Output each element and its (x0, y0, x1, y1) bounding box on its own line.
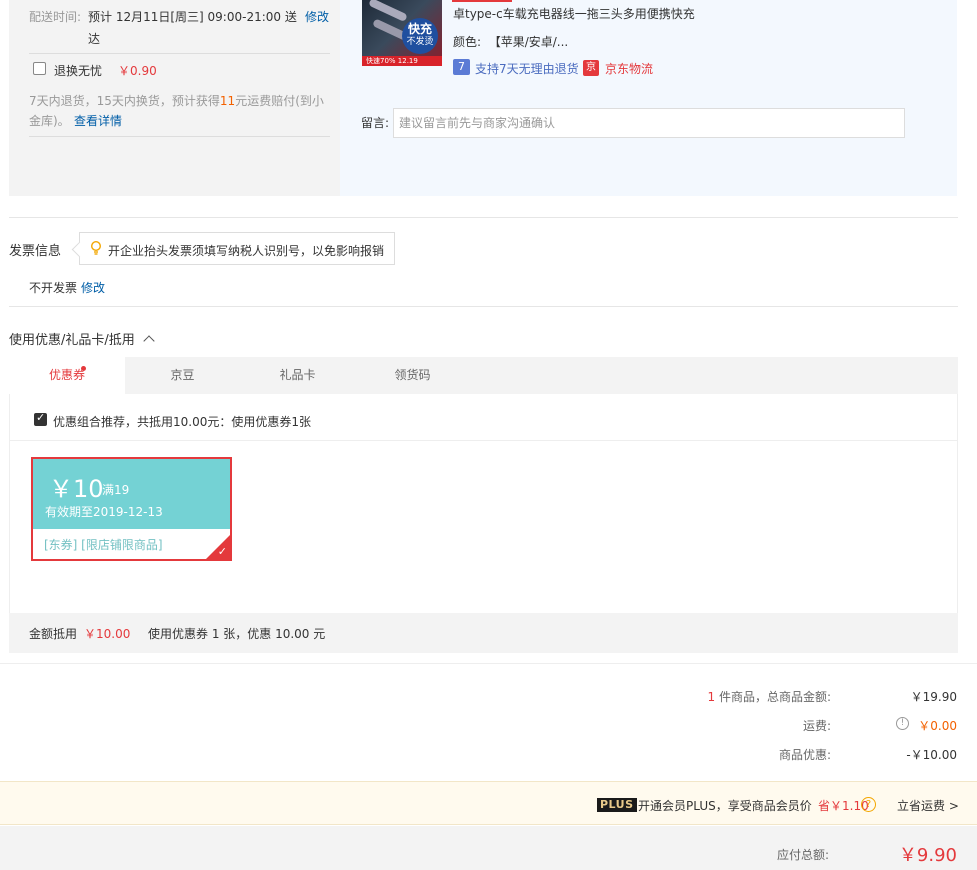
invoice-title: 发票信息 (9, 244, 62, 259)
return-service-price: ￥0.90 (118, 64, 157, 78)
invoice-modify-link[interactable]: 修改 (81, 279, 105, 296)
delivery-time-value-2: 达 (88, 32, 101, 46)
discount-value: -￥10.00 (906, 748, 957, 762)
plus-promo-bar: PLUS 开通会员PLUS，享受商品会员价 省￥1.10 ? 立省运费 > (0, 781, 977, 825)
return-service-label: 退换无忧 (54, 64, 103, 78)
shipping-label: 运费: (802, 719, 831, 733)
payable-label: 应付总额: (776, 848, 829, 862)
new-dot-icon (81, 366, 86, 371)
discount-tabs: 优惠券 京豆 礼品卡 领货码 (9, 357, 958, 394)
coupon-header: ￥10 满19 有效期至2019-12-13 (33, 459, 230, 529)
section-divider (9, 217, 958, 218)
items-total-label: 1 件商品，总商品金额: (707, 690, 832, 704)
tab-gift-card[interactable]: 礼品卡 (240, 357, 355, 394)
plus-action-link[interactable]: 立省运费 > (897, 797, 959, 814)
section-divider (9, 306, 958, 307)
invoice-value: 不开发票 (29, 281, 78, 295)
payable-amount: ￥9.90 (898, 845, 957, 866)
coupon-expiry: 有效期至2019-12-13 (45, 505, 163, 519)
delivery-time-label: 配送时间: (29, 10, 82, 24)
plus-badge: PLUS (597, 797, 637, 812)
seven-day-return-text[interactable]: 支持7天无理由退货 (475, 60, 579, 77)
lightbulb-icon (91, 241, 101, 255)
jd-logistics-badge-icon: 京 (583, 59, 599, 76)
recommend-text: 优惠组合推荐，共抵用10.00元：使用优惠券1张 (53, 415, 311, 429)
invoice-tip: 开企业抬头发票须填写纳税人识别号，以免影响报销 (79, 232, 395, 265)
chevron-up-icon (143, 335, 155, 347)
check-icon: ✓ (217, 545, 227, 558)
tab-redeem-code[interactable]: 领货码 (355, 357, 470, 394)
product-title[interactable]: 卓type-c车载充电器线一拖三头多用便携快充 (453, 5, 695, 22)
divider (0, 663, 977, 664)
coupon-condition: 满19 (102, 483, 130, 497)
seven-day-return-badge-icon: 7 (453, 59, 470, 75)
jd-logistics-text: 京东物流 (605, 62, 654, 76)
help-icon[interactable]: ? (861, 796, 876, 812)
remark-label: 留言: (361, 116, 390, 130)
coupon-tags: [东券] [限店铺限商品] (44, 538, 163, 552)
info-icon[interactable]: ! (896, 717, 909, 730)
plus-text: 开通会员PLUS，享受商品会员价 (638, 799, 812, 813)
divider (10, 440, 957, 441)
discount-label: 商品优惠: (778, 748, 831, 762)
divider (29, 136, 330, 137)
tab-jingdou[interactable]: 京豆 (125, 357, 240, 394)
product-image-strip: 快速70% 12.19 (362, 56, 442, 66)
recommend-checkbox[interactable] (34, 411, 47, 429)
product-image[interactable]: 快充 不发烫 快速70% 12.19 (362, 0, 442, 66)
remark-input[interactable]: 建议留言前先与商家沟通确认 (393, 108, 905, 138)
discount-section-title[interactable]: 使用优惠/礼品卡/抵用 (9, 329, 155, 348)
tab-coupon[interactable]: 优惠券 (9, 357, 125, 394)
product-color: 颜色: 【苹果/安卓/... (453, 35, 569, 49)
return-checkbox[interactable] (33, 62, 46, 78)
fast-charge-label: 快充 不发烫 (402, 18, 438, 54)
summary-amount: ￥10.00 (84, 627, 131, 641)
return-service-desc: 7天内退货，15天内换货，预计获得11元运费赔付(到小 (29, 94, 324, 108)
return-service-desc-2: 金库)。 (29, 114, 70, 128)
coupon-amount: ￥10 (49, 475, 104, 503)
payable-bar: 应付总额: ￥9.90 (0, 826, 977, 870)
invoice-tip-text: 开企业抬头发票须填写纳税人识别号，以免影响报销 (108, 244, 385, 258)
delivery-modify-link[interactable]: 修改 (305, 8, 329, 25)
summary-desc: 使用优惠券 1 张，优惠 10.00 元 (148, 627, 326, 641)
items-total-value: ￥19.90 (910, 690, 957, 704)
summary-label: 金额抵用 (29, 627, 78, 641)
shipping-value: ￥0.00 (918, 719, 957, 733)
delivery-time-value: 预计 12月11日[周三] 09:00-21:00 送 (88, 10, 297, 24)
return-detail-link[interactable]: 查看详情 (74, 112, 122, 130)
coupon-summary: 金额抵用 ￥10.00 使用优惠券 1 张，优惠 10.00 元 (9, 613, 958, 653)
coupon-card[interactable]: ￥10 满19 有效期至2019-12-13 [东券] [限店铺限商品] ✓ (31, 457, 232, 561)
divider (29, 53, 330, 54)
product-tag-strip (452, 0, 512, 2)
